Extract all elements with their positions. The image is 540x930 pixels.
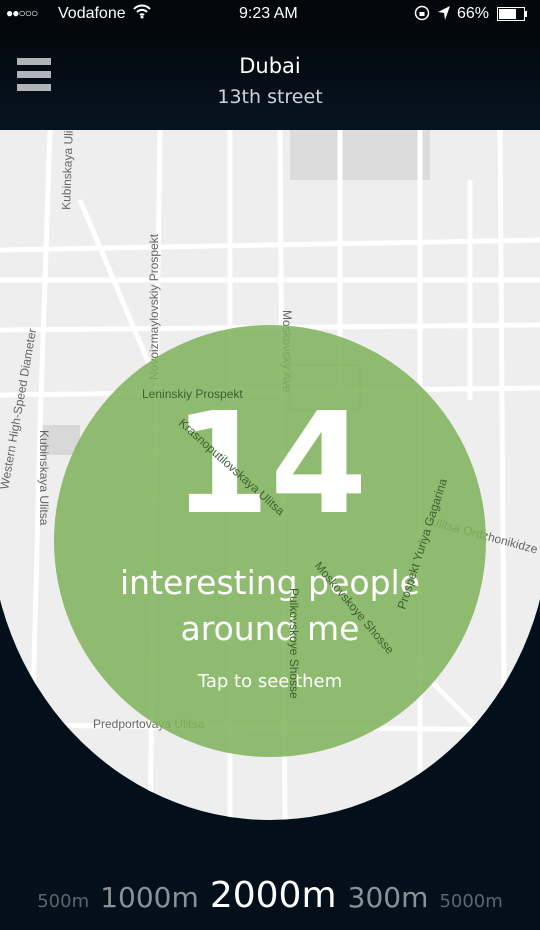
distance-option-5000m[interactable]: 5000m [439,891,502,912]
street-subtitle: 13th street [217,86,323,108]
people-count: 14 [172,383,368,546]
map-label: Kubinskaya Ulitsa [37,430,51,526]
distance-option-300m[interactable]: 300m [348,881,429,914]
city-title: Dubai [239,54,301,78]
distance-option-1000m[interactable]: 1000m [100,881,199,914]
battery-percent: 66% [457,5,490,22]
location-arrow-icon [437,5,451,26]
signal-icon: ●●○○○ [6,6,38,20]
rotation-lock-icon [414,5,430,26]
people-count-circle[interactable]: 14 interesting people around me Tap to s… [54,325,486,757]
distance-option-500m[interactable]: 500m [37,891,89,912]
battery-icon [497,7,529,26]
distance-option-2000m[interactable]: 2000m [210,875,337,916]
wifi-icon [133,3,151,24]
people-caption-line1: interesting people [120,563,420,602]
clock: 9:23 AM [239,5,298,22]
status-bar: ●●○○○ Vodafone 9:23 AM 66% [0,0,540,28]
map-label: Western High-Speed Diameter [0,327,39,490]
tap-to-see-link[interactable]: Tap to see them [54,671,486,692]
people-caption-line2: around me [180,609,360,648]
distance-selector[interactable]: 500m 1000m 2000m 300m 5000m [0,875,540,916]
carrier: Vodafone [58,5,126,22]
header: Dubai 13th street [0,28,540,130]
map-label: Kubinskaya Ulitsa [59,130,76,210]
